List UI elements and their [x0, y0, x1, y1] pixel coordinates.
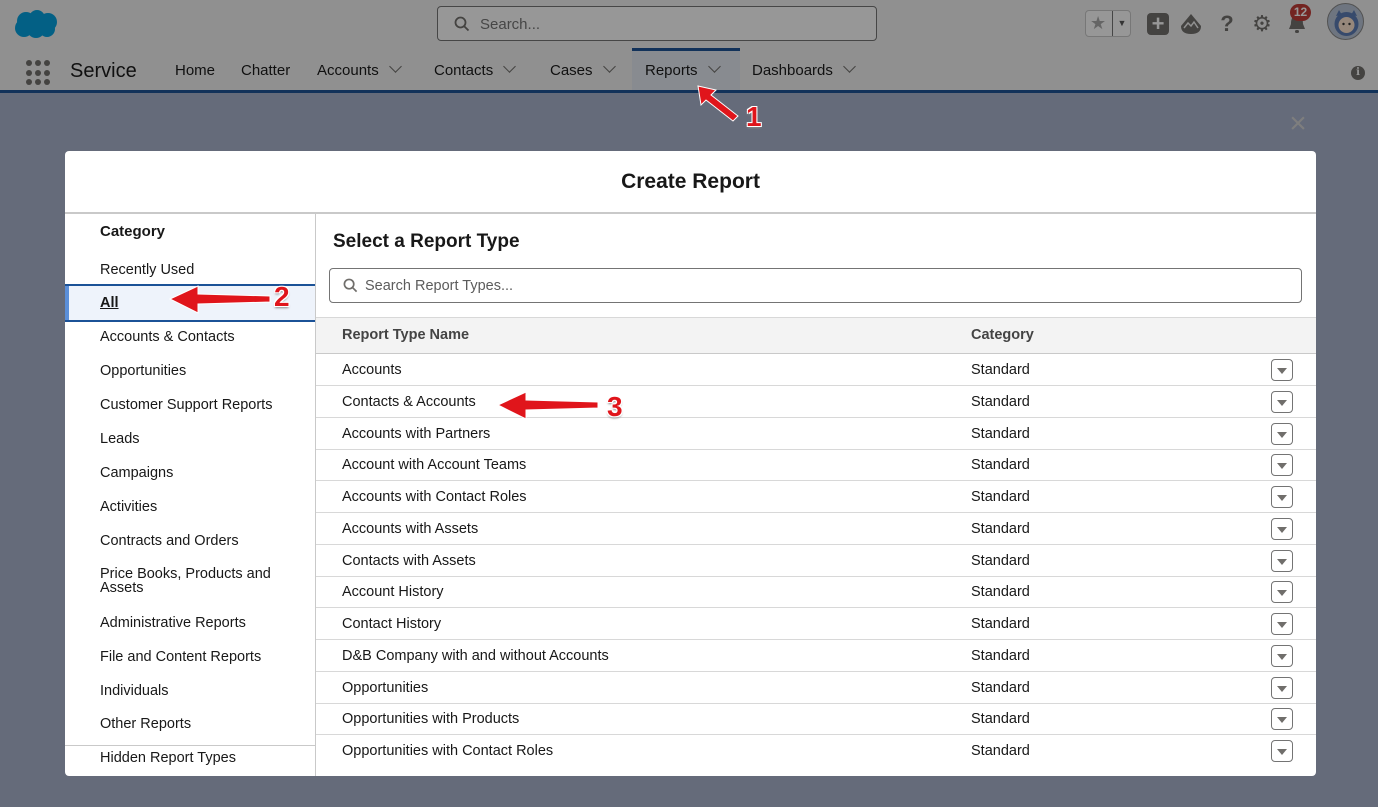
report-type-name[interactable]: Contacts & Accounts — [342, 394, 476, 410]
category-label: Activities — [100, 499, 158, 515]
row-actions-dropdown-icon[interactable] — [1271, 708, 1293, 731]
category-item-price-books[interactable]: Price Books, Products and Assets — [65, 566, 280, 596]
report-type-search-input[interactable]: Search Report Types... — [329, 268, 1302, 303]
category-label: Price Books, Products and Assets — [100, 566, 271, 596]
category-item-file-content[interactable]: File and Content Reports — [65, 649, 315, 665]
modal-header: Create Report — [65, 151, 1316, 214]
row-actions-dropdown-icon[interactable] — [1271, 613, 1293, 635]
table-row[interactable]: Accounts with Contact Roles Standard — [316, 481, 1316, 513]
category-label: Recently Used — [100, 262, 195, 278]
row-actions-dropdown-icon[interactable] — [1271, 549, 1293, 572]
close-icon[interactable]: × — [1287, 109, 1309, 139]
table-row[interactable]: Contact History Standard — [316, 608, 1316, 640]
column-header-category[interactable]: Category — [971, 327, 1034, 343]
category-label: Leads — [100, 431, 140, 447]
report-type-name[interactable]: Account History — [342, 584, 444, 600]
report-type-category: Standard — [971, 647, 1030, 664]
category-item-accounts-contacts[interactable]: Accounts & Contacts — [65, 329, 315, 345]
category-item-opportunities[interactable]: Opportunities — [65, 363, 315, 379]
report-type-name[interactable]: Opportunities — [342, 680, 428, 696]
report-type-name[interactable]: D&B Company with and without Accounts — [342, 648, 609, 664]
report-type-name[interactable]: Accounts — [342, 362, 402, 378]
row-actions-dropdown-icon[interactable] — [1271, 740, 1293, 762]
table-row[interactable]: Contacts with Assets Standard — [316, 545, 1316, 577]
category-label: Contracts and Orders — [100, 533, 239, 549]
table-header: Report Type Name Category — [316, 317, 1316, 354]
row-actions-dropdown-icon[interactable] — [1271, 517, 1293, 540]
category-item-other-reports[interactable]: Other Reports — [65, 716, 315, 732]
report-type-name[interactable]: Opportunities with Products — [342, 711, 519, 727]
report-type-name[interactable]: Opportunities with Contact Roles — [342, 743, 553, 759]
create-report-modal: Create Report Category Recently Used All… — [65, 151, 1316, 776]
search-placeholder: Search Report Types... — [365, 278, 514, 294]
table-row[interactable]: Accounts Standard — [316, 354, 1316, 386]
header-dim-overlay — [0, 0, 1378, 93]
annotation-number-3: 3 — [607, 391, 623, 422]
table-row[interactable]: Opportunities with Products Standard — [316, 703, 1316, 736]
category-item-contracts-orders[interactable]: Contracts and Orders — [65, 533, 315, 549]
report-type-category: Standard — [971, 616, 1030, 632]
row-actions-dropdown-icon[interactable] — [1271, 422, 1293, 445]
category-label: Hidden Report Types — [100, 750, 236, 766]
report-type-category: Standard — [971, 679, 1030, 696]
table-row[interactable]: Account History Standard — [316, 576, 1316, 609]
report-type-name[interactable]: Accounts with Contact Roles — [342, 489, 527, 505]
row-actions-dropdown-icon[interactable] — [1271, 390, 1293, 413]
annotation-number-1: 1 — [746, 101, 762, 132]
category-item-campaigns[interactable]: Campaigns — [65, 465, 315, 481]
table-row[interactable]: Accounts with Assets Standard — [316, 513, 1316, 545]
category-item-customer-support[interactable]: Customer Support Reports — [65, 397, 315, 413]
category-label: Accounts & Contacts — [100, 329, 235, 345]
row-actions-dropdown-icon[interactable] — [1271, 359, 1293, 381]
report-type-heading: Select a Report Type — [333, 231, 520, 252]
category-label: Customer Support Reports — [100, 397, 273, 413]
report-type-name[interactable]: Accounts with Partners — [342, 426, 490, 442]
report-type-name[interactable]: Contact History — [342, 616, 441, 632]
report-type-name[interactable]: Contacts with Assets — [342, 553, 476, 569]
report-type-panel: Select a Report Type Search Report Types… — [316, 214, 1316, 776]
category-label: Opportunities — [100, 363, 187, 379]
row-actions-dropdown-icon[interactable] — [1271, 454, 1293, 477]
category-item-individuals[interactable]: Individuals — [65, 683, 315, 699]
report-type-category: Standard — [971, 584, 1030, 601]
row-actions-dropdown-icon[interactable] — [1271, 486, 1293, 508]
report-type-name[interactable]: Account with Account Teams — [342, 457, 526, 473]
report-type-category: Standard — [971, 711, 1030, 728]
table-row[interactable]: D&B Company with and without Accounts Sta… — [316, 640, 1316, 672]
category-item-leads[interactable]: Leads — [65, 431, 315, 447]
category-label: Individuals — [100, 683, 169, 699]
category-divider — [65, 745, 315, 746]
category-item-hidden-report-types[interactable]: Hidden Report Types — [65, 750, 315, 766]
modal-title: Create Report — [621, 170, 760, 193]
category-item-recently-used[interactable]: Recently Used — [65, 262, 315, 278]
table-row[interactable]: Account with Account Teams Standard — [316, 449, 1316, 482]
category-label: Administrative Reports — [100, 615, 246, 631]
column-header-name[interactable]: Report Type Name — [342, 327, 469, 343]
report-type-category: Standard — [971, 457, 1030, 474]
category-item-activities[interactable]: Activities — [65, 499, 315, 515]
category-label: All — [100, 295, 119, 311]
table-row[interactable]: Opportunities with Contact Roles Standard — [316, 735, 1316, 767]
annotation-number-2: 2 — [274, 281, 290, 312]
category-label: Other Reports — [100, 716, 192, 732]
category-label: File and Content Reports — [100, 649, 262, 665]
category-item-administrative[interactable]: Administrative Reports — [65, 615, 315, 631]
search-icon — [343, 278, 358, 293]
report-type-category: Standard — [971, 362, 1030, 378]
category-heading: Category — [100, 223, 166, 240]
report-type-category: Standard — [971, 489, 1030, 505]
category-label: Campaigns — [100, 465, 174, 481]
table-row[interactable]: Accounts with Partners Standard — [316, 418, 1316, 450]
report-type-category: Standard — [971, 425, 1030, 442]
report-type-name[interactable]: Accounts with Assets — [342, 521, 478, 537]
report-type-category: Standard — [971, 520, 1030, 537]
report-type-category: Standard — [971, 393, 1030, 410]
report-type-category: Standard — [971, 552, 1030, 569]
table-row[interactable]: Opportunities Standard — [316, 672, 1316, 704]
report-type-category: Standard — [971, 743, 1030, 759]
row-actions-dropdown-icon[interactable] — [1271, 581, 1293, 604]
row-actions-dropdown-icon[interactable] — [1271, 676, 1293, 699]
table-row[interactable]: Contacts & Accounts Standard — [316, 386, 1316, 418]
row-actions-dropdown-icon[interactable] — [1271, 644, 1293, 667]
